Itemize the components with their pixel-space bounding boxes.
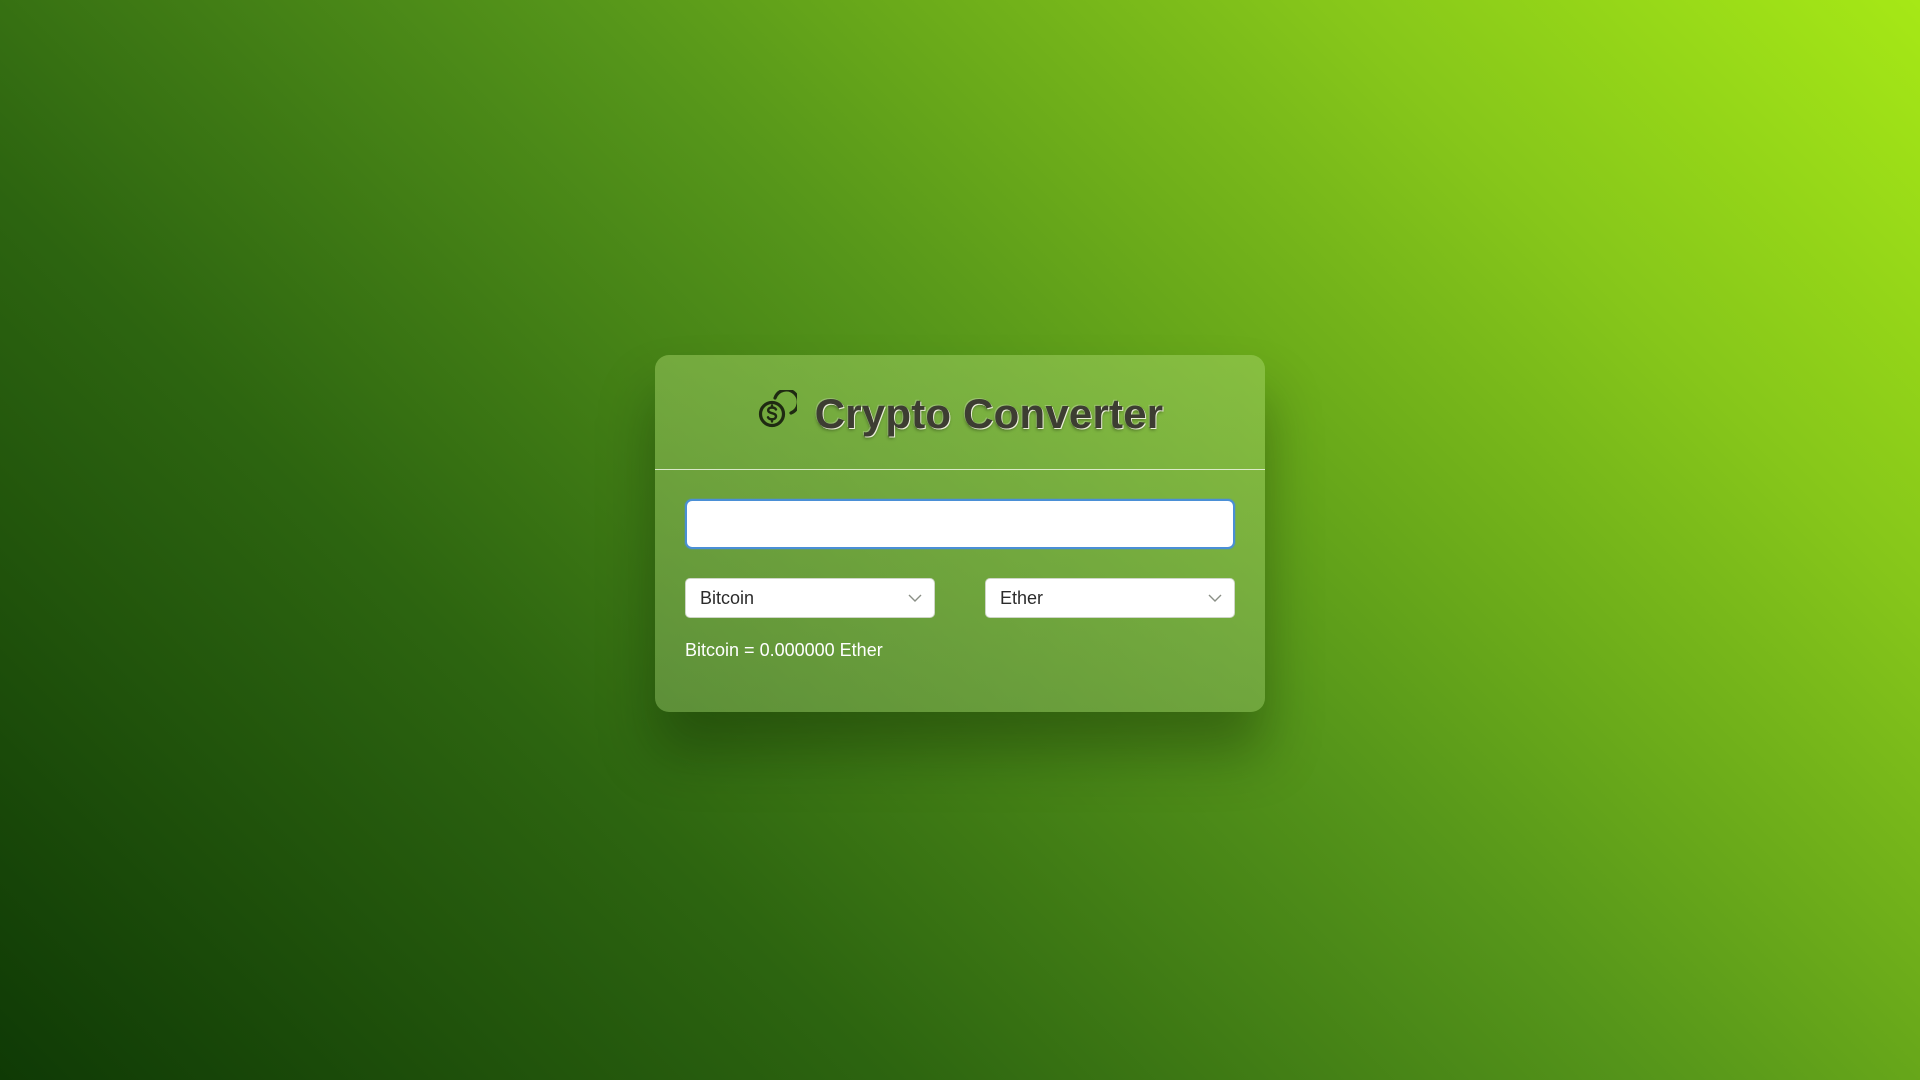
- card-header: Crypto Converter: [655, 355, 1265, 470]
- result-amount: 0.000000: [759, 640, 835, 660]
- result-equals-sign: =: [744, 640, 755, 660]
- to-currency-select[interactable]: Ether: [985, 578, 1235, 618]
- conversion-result: Bitcoin = 0.000000 Ether: [685, 640, 1235, 661]
- chevron-down-icon: [1208, 593, 1222, 603]
- card-body: Bitcoin Ether Bitcoin = 0.000000 Ether: [655, 470, 1265, 661]
- result-from-currency: Bitcoin: [685, 640, 740, 660]
- converter-card: Crypto Converter Bitcoin Ether Bitcoin =…: [655, 355, 1265, 712]
- chevron-down-icon: [908, 593, 922, 603]
- result-to-currency: Ether: [839, 640, 883, 660]
- to-currency-value: Ether: [1000, 587, 1044, 608]
- from-currency-value: Bitcoin: [700, 587, 755, 608]
- from-currency-select[interactable]: Bitcoin: [685, 578, 935, 618]
- app-title: Crypto Converter: [814, 390, 1164, 437]
- currency-selects: Bitcoin Ether: [685, 578, 1235, 618]
- amount-input[interactable]: [685, 499, 1235, 549]
- coins-icon: [757, 390, 797, 430]
